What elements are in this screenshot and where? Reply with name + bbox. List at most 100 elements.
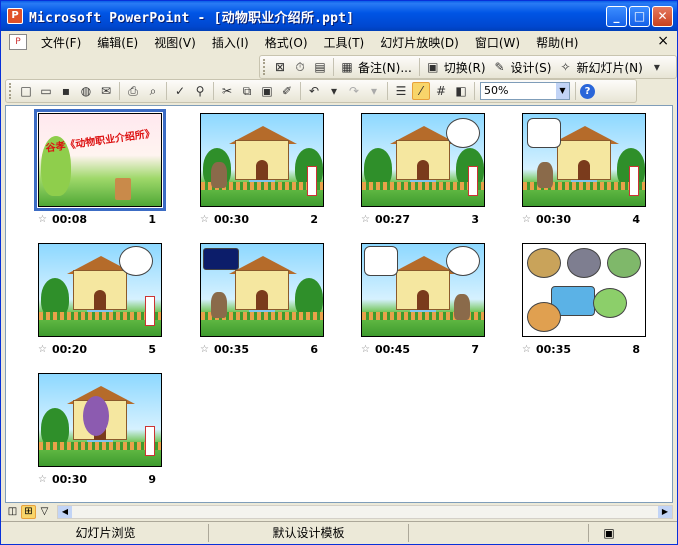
slide-preview[interactable] <box>38 373 162 467</box>
slide-thumbnail-4[interactable]: ☆ 00:30 4 <box>522 113 646 226</box>
cut-icon[interactable]: ✂ <box>218 82 236 100</box>
show-grid-icon[interactable]: # <box>432 82 450 100</box>
animation-star-icon[interactable]: ☆ <box>200 344 209 355</box>
redo-dropdown-icon[interactable]: ▾ <box>365 82 383 100</box>
animation-star-icon[interactable]: ☆ <box>361 344 370 355</box>
horizontal-scrollbar[interactable]: ◀ ▶ <box>57 505 673 519</box>
open-icon[interactable]: ▭ <box>37 82 55 100</box>
slide-timing: 00:30 <box>52 473 88 486</box>
window-title: Microsoft PowerPoint - [动物职业介绍所.ppt] <box>29 10 355 26</box>
slide-preview[interactable] <box>38 243 162 337</box>
slide-preview[interactable] <box>522 243 646 337</box>
copy-icon[interactable]: ⧉ <box>238 82 256 100</box>
hide-slide-icon[interactable]: ⊠ <box>271 58 289 76</box>
powerpoint-window: P Microsoft PowerPoint - [动物职业介绍所.ppt] _… <box>0 0 678 545</box>
format-painter-icon[interactable]: ✐ <box>278 82 296 100</box>
new-icon[interactable]: □ <box>17 82 35 100</box>
animation-star-icon[interactable]: ☆ <box>38 344 47 355</box>
toolbar-grip[interactable] <box>263 59 267 75</box>
minimize-button[interactable]: _ <box>606 6 627 27</box>
menu-view[interactable]: 视图(V) <box>148 34 202 51</box>
slide-thumbnail-5[interactable]: ☆ 00:20 5 <box>38 243 162 356</box>
slide-sorter-pane[interactable]: 谷孝《动物职业介绍所》 ☆ 00:08 1 ☆ 00:30 2 ☆ 00:27 … <box>5 105 673 503</box>
slide-preview[interactable] <box>522 113 646 207</box>
close-button[interactable]: ✕ <box>652 6 673 27</box>
slide-thumbnail-2[interactable]: ☆ 00:30 2 <box>200 113 324 226</box>
animation-star-icon[interactable]: ☆ <box>522 214 531 225</box>
paste-icon[interactable]: ▣ <box>258 82 276 100</box>
print-icon[interactable]: ⎙ <box>124 82 142 100</box>
save-icon[interactable]: ▪ <box>57 82 75 100</box>
permission-icon[interactable]: ◍ <box>77 82 95 100</box>
slideshow-view-icon[interactable]: ▽ <box>37 505 52 519</box>
undo-icon[interactable]: ↶ <box>305 82 323 100</box>
slide-thumbnail-1[interactable]: 谷孝《动物职业介绍所》 ☆ 00:08 1 <box>34 109 166 226</box>
document-close-button[interactable]: × <box>657 33 669 49</box>
notes-icon[interactable]: ▦ <box>338 58 356 76</box>
toolbar-separator <box>474 82 475 100</box>
slide-preview[interactable] <box>361 113 485 207</box>
color-grayscale-icon[interactable]: ◧ <box>452 82 470 100</box>
new-slide-icon[interactable]: ✧ <box>556 58 574 76</box>
scroll-left-icon[interactable]: ◀ <box>58 506 72 518</box>
powerpoint-app-icon[interactable]: P <box>7 8 23 24</box>
normal-view-icon[interactable]: ◫ <box>5 505 20 519</box>
toolbar-options-icon[interactable]: ▾ <box>648 58 666 76</box>
slide-sorter-view-icon[interactable]: ⊞ <box>21 505 36 519</box>
slide-number: 6 <box>310 343 318 356</box>
redo-icon[interactable]: ↷ <box>345 82 363 100</box>
help-icon[interactable]: ? <box>580 83 595 99</box>
menu-file[interactable]: 文件(F) <box>35 34 87 51</box>
maximize-button[interactable]: □ <box>629 6 650 27</box>
menu-insert[interactable]: 插入(I) <box>206 34 255 51</box>
notes-button[interactable]: 备注(N)... <box>358 59 412 76</box>
slide-thumbnail-8[interactable]: ☆ 00:35 8 <box>522 243 646 356</box>
slide-thumbnail-6[interactable]: ☆ 00:35 6 <box>200 243 324 356</box>
research-icon[interactable]: ⚲ <box>191 82 209 100</box>
spelling-status-icon[interactable]: ▣ <box>589 524 629 542</box>
menu-edit[interactable]: 编辑(E) <box>91 34 144 51</box>
status-template-name: 默认设计模板 <box>209 524 409 542</box>
status-view-name: 幻灯片浏览 <box>3 524 209 542</box>
slide-preview[interactable] <box>361 243 485 337</box>
animation-star-icon[interactable]: ☆ <box>522 344 531 355</box>
document-icon[interactable]: P <box>9 34 27 50</box>
title-bar[interactable]: P Microsoft PowerPoint - [动物职业介绍所.ppt] _… <box>1 1 677 31</box>
toolbar-grip[interactable] <box>9 83 13 99</box>
design-button[interactable]: 设计(S) <box>511 59 552 76</box>
animation-star-icon[interactable]: ☆ <box>38 214 47 225</box>
slide-number: 2 <box>310 213 318 226</box>
menu-slideshow[interactable]: 幻灯片放映(D) <box>374 34 465 51</box>
menu-tools[interactable]: 工具(T) <box>318 34 371 51</box>
scroll-right-icon[interactable]: ▶ <box>658 506 672 518</box>
new-slide-button[interactable]: 新幻灯片(N) <box>576 59 642 76</box>
rehearse-timings-icon[interactable]: ⏱ <box>291 58 309 76</box>
animation-star-icon[interactable]: ☆ <box>200 214 209 225</box>
summary-slide-icon[interactable]: ▤ <box>311 58 329 76</box>
slide-preview[interactable] <box>200 113 324 207</box>
menu-window[interactable]: 窗口(W) <box>469 34 526 51</box>
toolbar-separator <box>166 82 167 100</box>
show-formatting-icon[interactable]: ⁄ <box>412 82 430 100</box>
animation-star-icon[interactable]: ☆ <box>361 214 370 225</box>
chevron-down-icon[interactable]: ▼ <box>556 83 569 99</box>
slide-thumbnail-7[interactable]: ☆ 00:45 7 <box>361 243 485 356</box>
email-icon[interactable]: ✉ <box>97 82 115 100</box>
transition-icon[interactable]: ▣ <box>424 58 442 76</box>
slide-preview[interactable] <box>200 243 324 337</box>
animation-star-icon[interactable]: ☆ <box>38 474 47 485</box>
slide-number: 9 <box>148 473 156 486</box>
menu-help[interactable]: 帮助(H) <box>530 34 584 51</box>
slide-thumbnail-3[interactable]: ☆ 00:27 3 <box>361 113 485 226</box>
slide-preview[interactable]: 谷孝《动物职业介绍所》 <box>34 109 166 211</box>
menu-format[interactable]: 格式(O) <box>259 34 314 51</box>
toolbar-separator <box>213 82 214 100</box>
transition-button[interactable]: 切换(R) <box>444 59 486 76</box>
slide-thumbnail-9[interactable]: ☆ 00:30 9 <box>38 373 162 486</box>
spelling-icon[interactable]: ✓ <box>171 82 189 100</box>
design-icon[interactable]: ✎ <box>491 58 509 76</box>
undo-dropdown-icon[interactable]: ▾ <box>325 82 343 100</box>
expand-all-icon[interactable]: ☰ <box>392 82 410 100</box>
zoom-select[interactable]: 50% ▼ <box>480 82 570 100</box>
print-preview-icon[interactable]: ⌕ <box>144 82 162 100</box>
